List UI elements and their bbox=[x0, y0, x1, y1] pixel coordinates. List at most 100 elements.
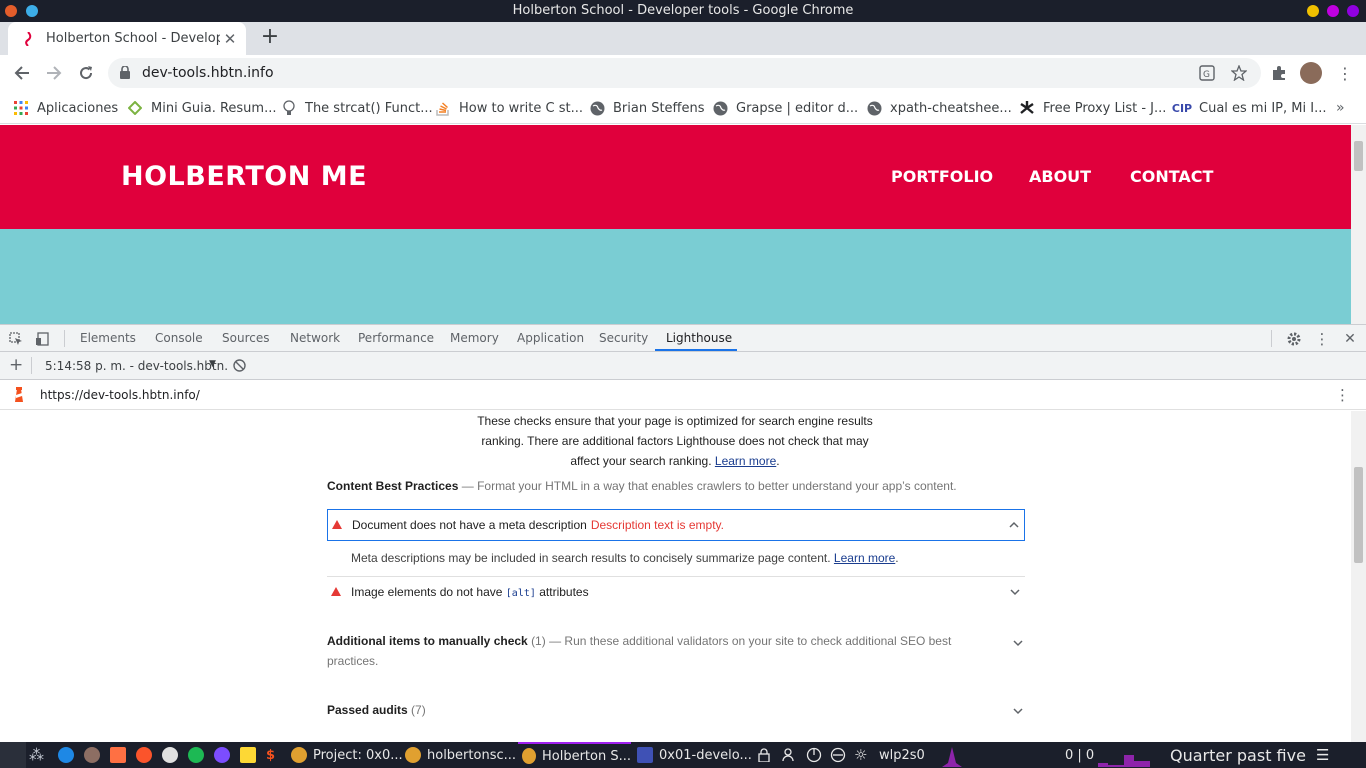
bookmark-cual-es-mi-ip[interactable]: CIP Cual es mi IP, Mi I... bbox=[1172, 98, 1327, 118]
bookmark-star-icon[interactable] bbox=[1230, 64, 1248, 82]
notes-icon[interactable] bbox=[240, 742, 256, 768]
toolbar-divider bbox=[31, 357, 32, 374]
spotify-icon[interactable] bbox=[188, 742, 204, 768]
scrollbar-thumb[interactable] bbox=[1354, 467, 1363, 563]
report-selector[interactable]: 5:14:58 p. m. - dev-tools.hbtn. bbox=[45, 359, 228, 373]
translate-icon[interactable]: G bbox=[1198, 64, 1216, 82]
tab-sources[interactable]: Sources bbox=[222, 331, 269, 345]
tab-network[interactable]: Network bbox=[290, 331, 340, 345]
apps-grid-icon bbox=[13, 100, 29, 116]
browser-menu-icon[interactable]: ⋮ bbox=[1334, 62, 1356, 84]
firefox-icon[interactable] bbox=[58, 742, 74, 768]
manual-check-group[interactable]: Additional items to manually check (1) —… bbox=[327, 631, 967, 671]
chevron-down-icon[interactable] bbox=[1012, 705, 1024, 717]
group-count: (7) bbox=[411, 703, 426, 717]
chevron-down-icon[interactable] bbox=[1012, 637, 1024, 649]
taskbar-window-terminal[interactable]: 0x01-develo... bbox=[637, 742, 752, 768]
bookmark-grapse[interactable]: Grapse | editor d... bbox=[712, 98, 858, 118]
vscode-icon[interactable] bbox=[214, 742, 230, 768]
lock-icon[interactable] bbox=[120, 65, 130, 83]
devtools-close-icon[interactable]: ✕ bbox=[1341, 330, 1359, 348]
svg-text:G: G bbox=[1203, 70, 1210, 80]
taskbar-window-holberton[interactable]: Holberton S... bbox=[518, 742, 631, 768]
reload-icon[interactable] bbox=[74, 61, 98, 85]
do-not-disturb-icon[interactable] bbox=[830, 742, 846, 768]
tab-lighthouse[interactable]: Lighthouse bbox=[666, 331, 732, 345]
profile-avatar[interactable] bbox=[1300, 62, 1322, 84]
seo-category-description: These checks ensure that your page is op… bbox=[470, 411, 880, 471]
address-bar[interactable]: dev-tools.hbtn.info G bbox=[108, 58, 1261, 88]
clear-reports-icon[interactable] bbox=[233, 359, 246, 376]
lock-screen-icon[interactable] bbox=[758, 742, 770, 768]
learn-more-link[interactable]: Learn more bbox=[834, 551, 895, 565]
passed-audits-group[interactable]: Passed audits (7) bbox=[327, 703, 426, 717]
fuzzy-clock[interactable]: Quarter past five bbox=[1170, 742, 1306, 768]
settings-gear-icon[interactable] bbox=[1285, 330, 1303, 348]
brightness-icon[interactable]: ☼ bbox=[854, 742, 867, 768]
page-scrollbar[interactable] bbox=[1351, 125, 1366, 324]
chevron-down-icon[interactable] bbox=[1009, 586, 1021, 598]
close-window-button[interactable] bbox=[1347, 5, 1359, 17]
nav-link-about[interactable]: ABOUT bbox=[1029, 167, 1091, 186]
launcher-icon[interactable]: ⁂ bbox=[29, 742, 44, 768]
tab-close-icon[interactable]: ✕ bbox=[220, 30, 240, 48]
taskbar-window-project[interactable]: Project: 0x0... bbox=[291, 742, 403, 768]
tab-performance[interactable]: Performance bbox=[358, 331, 434, 345]
report-dropdown-icon[interactable]: ▼ bbox=[209, 359, 216, 369]
site-logo[interactable]: HOLBERTON ME bbox=[121, 161, 367, 192]
chevron-up-icon[interactable] bbox=[1008, 519, 1020, 531]
taskbar-window-label: 0x01-develo... bbox=[659, 747, 752, 763]
audit-title: Document does not have a meta descriptio… bbox=[352, 518, 587, 532]
power-icon[interactable] bbox=[806, 742, 822, 768]
globe-icon bbox=[589, 100, 605, 116]
user-switch-icon[interactable] bbox=[782, 742, 798, 768]
report-menu-icon[interactable]: ⋮ bbox=[1335, 386, 1350, 404]
bookmarks-overflow-icon[interactable]: » bbox=[1336, 98, 1345, 118]
scrollbar-thumb[interactable] bbox=[1354, 141, 1363, 171]
tab-application[interactable]: Application bbox=[517, 331, 584, 345]
tab-security[interactable]: Security bbox=[599, 331, 648, 345]
group-description: Format your HTML in a way that enables c… bbox=[477, 479, 957, 493]
settings-icon[interactable] bbox=[84, 742, 100, 768]
nav-link-portfolio[interactable]: PORTFOLIO bbox=[891, 167, 993, 186]
minimize-button[interactable] bbox=[1307, 5, 1319, 17]
brave-icon[interactable] bbox=[136, 742, 152, 768]
tab-strip: Holberton School - Developer tools ✕ + bbox=[0, 22, 1366, 55]
learn-more-link[interactable]: Learn more bbox=[715, 454, 776, 468]
bookmark-aplicaciones[interactable]: Aplicaciones bbox=[13, 98, 118, 118]
dollar-app-icon[interactable]: $ bbox=[266, 742, 275, 768]
inspect-element-icon[interactable] bbox=[7, 330, 25, 348]
bookmark-free-proxy[interactable]: Free Proxy List - J... bbox=[1019, 98, 1166, 118]
active-tab-indicator bbox=[655, 349, 737, 351]
new-tab-button[interactable]: + bbox=[258, 26, 282, 50]
forward-arrow-icon[interactable] bbox=[42, 61, 66, 85]
page-viewport: HOLBERTON ME PORTFOLIO ABOUT CONTACT bbox=[0, 125, 1366, 324]
group-title: Passed audits bbox=[327, 703, 408, 717]
bookmark-brian-steffens[interactable]: Brian Steffens bbox=[589, 98, 705, 118]
tab-holberton[interactable]: Holberton School - Developer tools ✕ bbox=[8, 22, 246, 55]
report-scrollbar[interactable] bbox=[1351, 411, 1366, 743]
report-url[interactable]: https://dev-tools.hbtn.info/ bbox=[40, 388, 200, 402]
bookmark-strcat[interactable]: The strcat() Funct... bbox=[281, 98, 433, 118]
devtools-more-icon[interactable]: ⋮ bbox=[1313, 330, 1331, 348]
maximize-button[interactable] bbox=[1327, 5, 1339, 17]
bookmark-how-to-write-c[interactable]: How to write C st... bbox=[435, 98, 583, 118]
bookmark-xpath[interactable]: xpath-cheatshee... bbox=[866, 98, 1012, 118]
menu-hamburger-icon[interactable]: ☰ bbox=[1316, 742, 1329, 768]
nav-link-contact[interactable]: CONTACT bbox=[1130, 167, 1213, 186]
slack-icon[interactable] bbox=[162, 742, 178, 768]
extensions-puzzle-icon[interactable] bbox=[1268, 62, 1290, 84]
new-report-icon[interactable]: + bbox=[9, 355, 23, 375]
audit-meta-description[interactable]: Document does not have a meta descriptio… bbox=[327, 509, 1025, 541]
tab-elements[interactable]: Elements bbox=[80, 331, 136, 345]
taskbar-window-holbertonsc[interactable]: holbertonsc... bbox=[405, 742, 516, 768]
audit-image-alt[interactable]: Image elements do not have [alt] attribu… bbox=[327, 577, 1025, 609]
back-arrow-icon[interactable] bbox=[10, 61, 34, 85]
tab-console[interactable]: Console bbox=[155, 331, 203, 345]
tab-memory[interactable]: Memory bbox=[450, 331, 499, 345]
network-interface[interactable]: wlp2s0 bbox=[879, 742, 925, 768]
bookmark-mini-guia[interactable]: Mini Guia. Resum... bbox=[127, 98, 277, 118]
device-toolbar-icon[interactable] bbox=[34, 330, 52, 348]
files-icon[interactable] bbox=[110, 742, 126, 768]
url-text[interactable]: dev-tools.hbtn.info bbox=[142, 65, 274, 81]
